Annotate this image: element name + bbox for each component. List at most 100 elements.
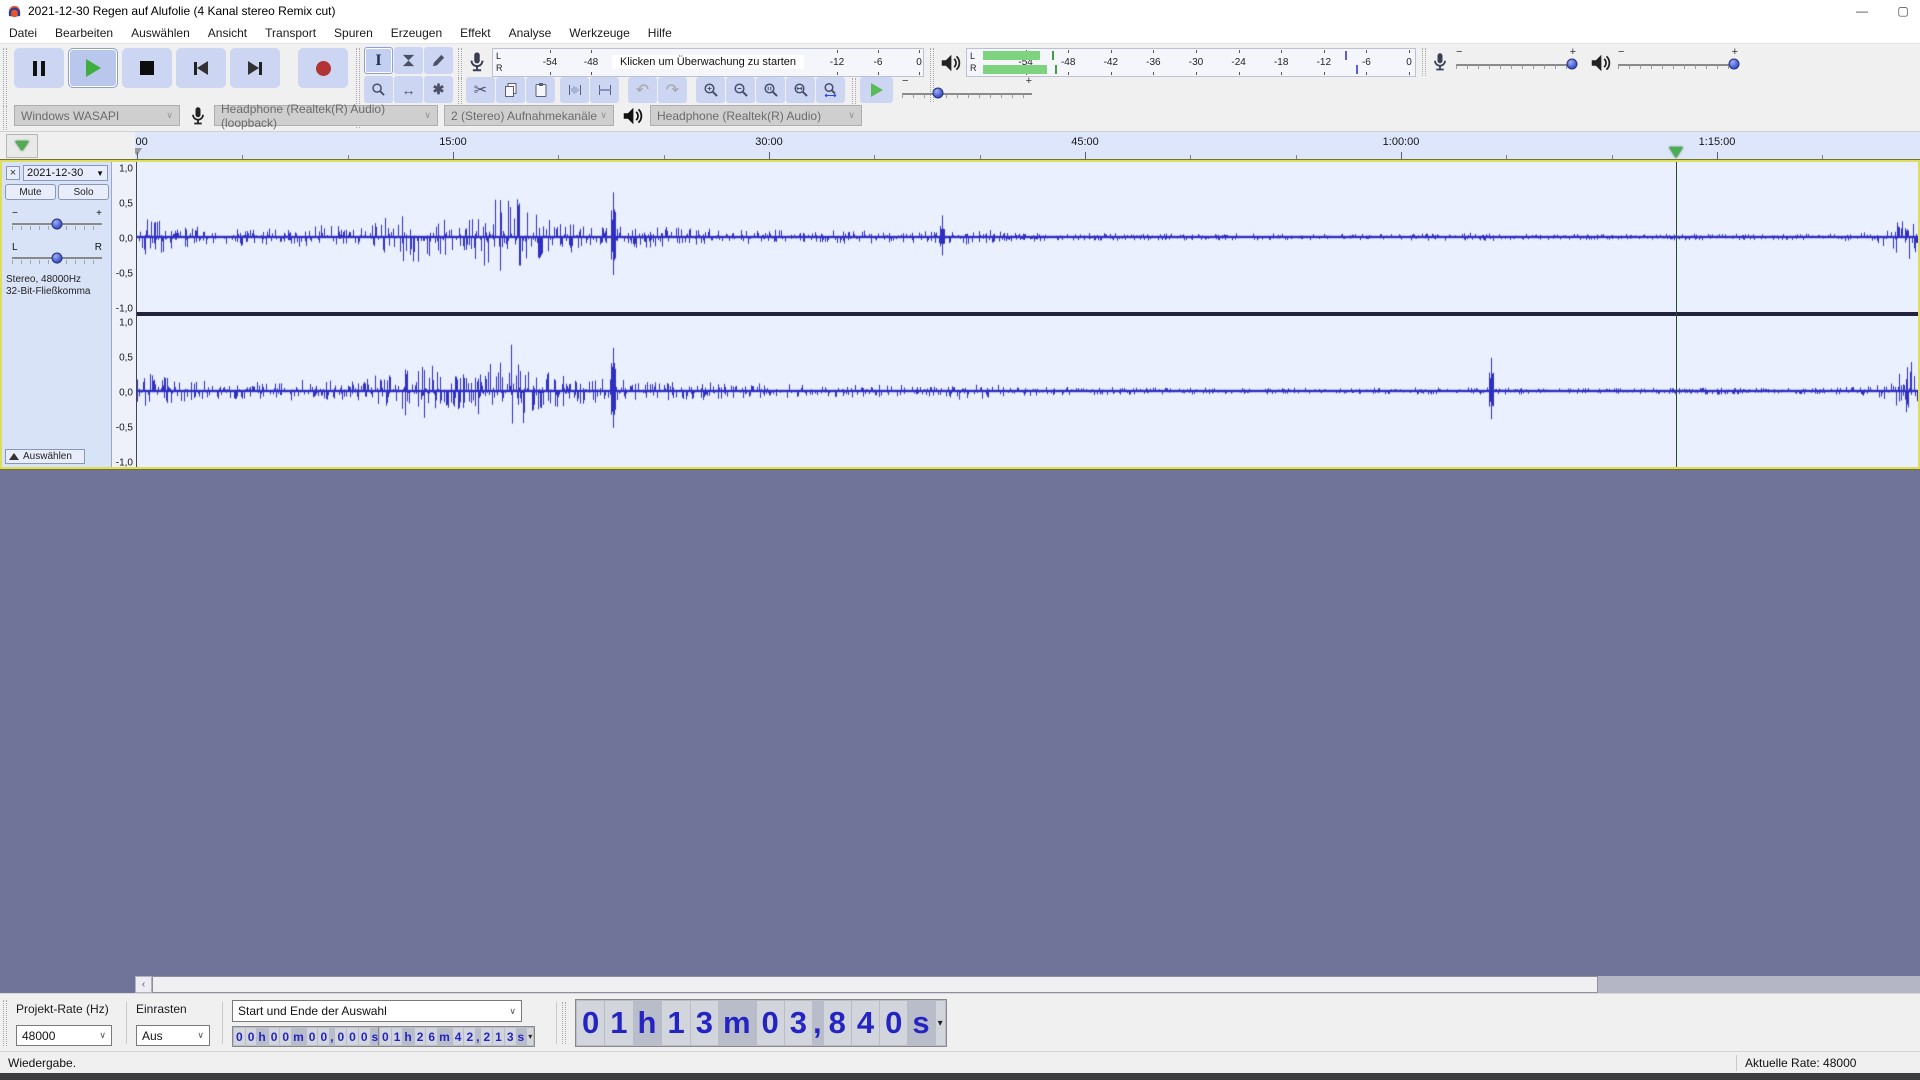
selection-tool-button[interactable]: I <box>364 47 393 74</box>
gain-thumb[interactable] <box>52 219 63 230</box>
time-digit[interactable]: 1 <box>605 1001 632 1045</box>
time-digit[interactable]: 0 <box>269 1028 280 1045</box>
playback-volume-thumb[interactable] <box>1729 59 1740 70</box>
selection-end-field[interactable]: 01h26m42,213s▾ <box>378 1026 535 1047</box>
recording-meter-message[interactable]: Klicken um Überwachung zu starten <box>612 55 804 69</box>
edit-toolbar-grip[interactable] <box>458 78 462 104</box>
time-digit[interactable]: 0 <box>318 1028 329 1045</box>
recording-channels-select[interactable]: 2 (Stereo) Aufnahmekanäle∨ <box>444 105 614 126</box>
time-field-menu-arrow[interactable]: ▾ <box>527 1028 533 1045</box>
waveform-channel-left[interactable] <box>137 162 1918 312</box>
time-digit[interactable]: 2 <box>415 1028 426 1045</box>
time-unit[interactable]: s <box>907 1000 934 1046</box>
menu-analyse[interactable]: Analyse <box>500 24 561 42</box>
time-digit[interactable]: 0 <box>246 1028 257 1045</box>
menu-ansicht[interactable]: Ansicht <box>199 24 256 42</box>
redo-button[interactable]: ↷ <box>658 77 687 103</box>
time-digit[interactable]: 3 <box>785 1001 812 1045</box>
gain-slider[interactable]: − + <box>12 214 102 230</box>
time-unit[interactable]: h <box>256 1027 267 1046</box>
time-digit[interactable]: 0 <box>335 1028 346 1045</box>
time-unit[interactable]: m <box>291 1027 306 1046</box>
time-digit[interactable]: 1 <box>662 1001 689 1045</box>
copy-button[interactable] <box>496 77 525 103</box>
time-digit[interactable]: 0 <box>280 1028 291 1045</box>
play-at-speed-grip[interactable] <box>852 78 856 104</box>
audio-host-select[interactable]: Windows WASAPI∨ <box>14 105 180 126</box>
scroll-left-button[interactable]: ‹ <box>135 976 152 993</box>
zoom-toggle-button[interactable] <box>816 77 845 103</box>
time-digit[interactable]: 3 <box>691 1001 718 1045</box>
time-unit[interactable]: h <box>633 1000 662 1046</box>
maximize-button[interactable]: ▢ <box>1886 0 1920 22</box>
mixer-toolbar-grip[interactable] <box>1422 48 1426 76</box>
minimize-button[interactable]: — <box>1845 0 1879 22</box>
time-digit[interactable]: 2 <box>464 1028 475 1045</box>
stop-button[interactable] <box>122 48 172 88</box>
time-unit[interactable]: , <box>475 1027 480 1046</box>
time-digit[interactable]: 0 <box>234 1028 245 1045</box>
play-at-speed-button[interactable] <box>860 77 893 103</box>
menu-erzeugen[interactable]: Erzeugen <box>382 24 451 42</box>
selection-toolbar-grip[interactable] <box>3 1000 7 1046</box>
zoom-tool-button[interactable] <box>364 76 393 103</box>
skip-to-start-button[interactable] <box>176 48 226 88</box>
play-speed-thumb[interactable] <box>933 88 944 99</box>
time-digit[interactable]: 8 <box>824 1001 851 1045</box>
menu-effekt[interactable]: Effekt <box>451 24 499 42</box>
zoom-in-button[interactable] <box>696 77 725 103</box>
project-rate-select[interactable]: 48000∨ <box>16 1025 112 1046</box>
menu-hilfe[interactable]: Hilfe <box>639 24 681 42</box>
time-digit[interactable]: 0 <box>347 1028 358 1045</box>
time-unit[interactable]: , <box>812 1000 823 1046</box>
track-collapse-button[interactable]: Auswählen <box>5 449 85 464</box>
playback-meter[interactable]: LR -54-48-42-36-30-24-18-12-60 <box>966 48 1416 77</box>
scrollbar-thumb[interactable] <box>152 976 1598 993</box>
paste-button[interactable] <box>526 77 555 103</box>
time-digit[interactable]: 4 <box>453 1028 464 1045</box>
menu-werkzeuge[interactable]: Werkzeuge <box>560 24 638 42</box>
record-volume-slider[interactable]: − + <box>1456 57 1576 71</box>
time-digit[interactable]: 4 <box>852 1001 879 1045</box>
menu-auswhlen[interactable]: Auswählen <box>122 24 199 42</box>
time-digit[interactable]: 3 <box>505 1028 516 1045</box>
pan-slider[interactable]: L R <box>12 248 102 264</box>
track-name-menu[interactable]: 2021-12-30 ▼ <box>23 165 108 181</box>
record-volume-thumb[interactable] <box>1567 59 1578 70</box>
play-button[interactable] <box>68 48 118 88</box>
time-unit[interactable]: , <box>329 1027 334 1046</box>
multi-tool-button[interactable]: ✱ <box>424 76 453 103</box>
pinned-play-head-button[interactable] <box>6 134 38 158</box>
pan-thumb[interactable] <box>52 253 63 264</box>
recording-device-select[interactable]: Headphone (Realtek(R) Audio) (loopback)∨ <box>214 105 438 126</box>
selection-mode-select[interactable]: Start und Ende der Auswahl∨ <box>232 1000 522 1022</box>
menu-bearbeiten[interactable]: Bearbeiten <box>46 24 122 42</box>
menu-transport[interactable]: Transport <box>256 24 325 42</box>
record-button[interactable] <box>298 48 348 88</box>
timeline-playhead-marker[interactable] <box>1669 147 1683 158</box>
time-digit[interactable]: 0 <box>380 1028 391 1045</box>
zoom-to-project-button[interactable] <box>786 77 815 103</box>
trim-outside-selection-button[interactable] <box>560 77 589 103</box>
time-field-menu-arrow[interactable]: ▾ <box>936 1001 945 1045</box>
zoom-to-selection-button[interactable] <box>756 77 785 103</box>
time-digit[interactable]: 2 <box>481 1028 492 1045</box>
draw-tool-button[interactable] <box>424 47 453 74</box>
scrollbar-track[interactable] <box>152 976 1920 993</box>
device-toolbar-grip[interactable] <box>3 106 7 130</box>
time-digit[interactable]: 0 <box>359 1028 370 1045</box>
mute-button[interactable]: Mute <box>5 184 56 200</box>
playback-volume-slider[interactable]: − + <box>1618 57 1738 71</box>
vertical-scale-ruler[interactable]: 1,00,50,0-0,5-1,01,00,50,0-0,5-1,0 <box>112 162 137 467</box>
solo-button[interactable]: Solo <box>58 184 109 200</box>
playback-device-select[interactable]: Headphone (Realtek(R) Audio)∨ <box>650 105 862 126</box>
pause-button[interactable] <box>14 48 64 88</box>
play-speed-slider[interactable]: − + <box>902 86 1032 100</box>
menu-spuren[interactable]: Spuren <box>325 24 382 42</box>
zoom-out-button[interactable] <box>726 77 755 103</box>
time-unit[interactable]: m <box>437 1027 452 1046</box>
time-unit[interactable]: s <box>516 1027 527 1046</box>
time-digit[interactable]: 0 <box>757 1001 784 1045</box>
envelope-tool-button[interactable] <box>394 47 423 74</box>
skip-to-end-button[interactable] <box>230 48 280 88</box>
